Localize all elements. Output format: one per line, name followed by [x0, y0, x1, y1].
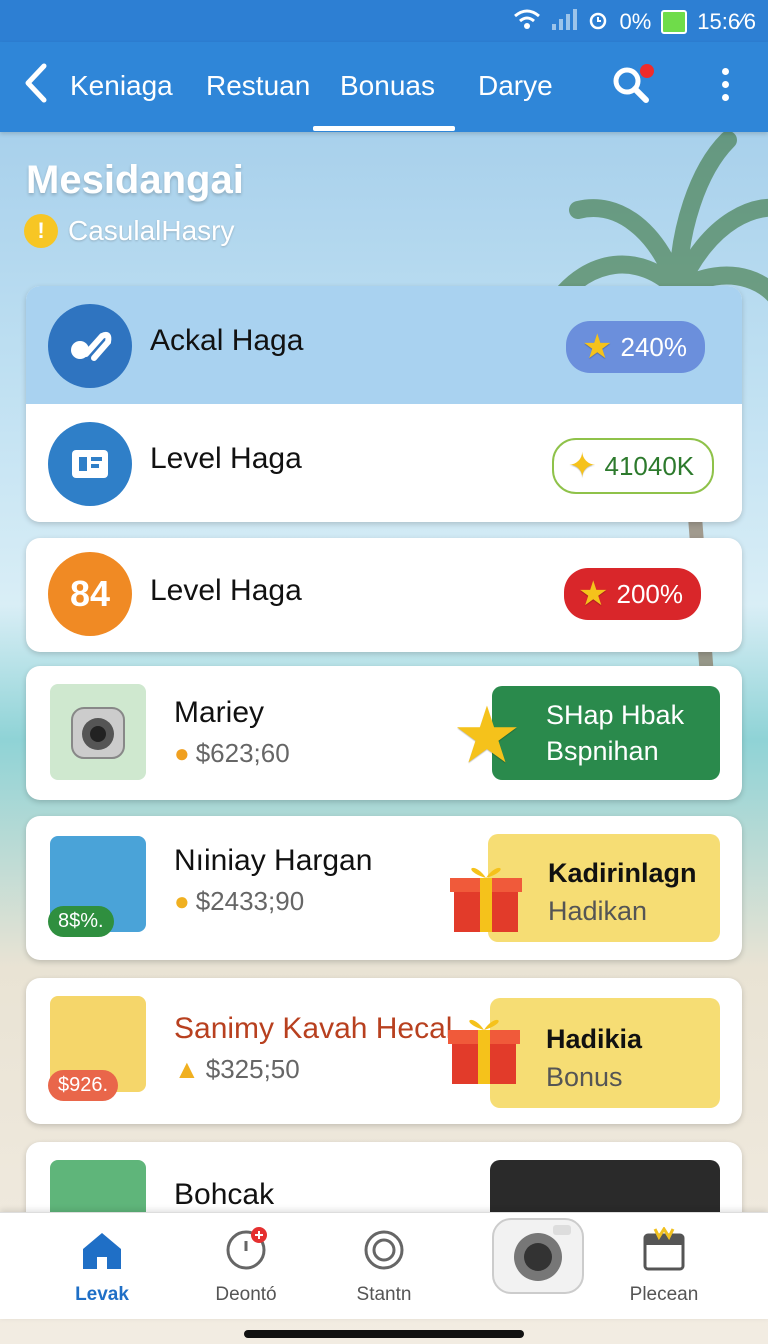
- level-row-ackal[interactable]: Ackal Haga ★ 240%: [26, 286, 742, 404]
- coin-icon: ●: [174, 886, 190, 916]
- ring-icon: [364, 1230, 404, 1270]
- promo-line-1: Kadirinlagn: [548, 858, 697, 888]
- document-icon: [48, 422, 132, 506]
- level-card[interactable]: 84 Level Haga ★ 200%: [26, 538, 742, 652]
- nav-camera[interactable]: [478, 1199, 598, 1304]
- nav-label: Deontó: [215, 1284, 277, 1305]
- bottom-navigation: Levak Deontó Stantn Plecean: [0, 1212, 768, 1319]
- clock-time: 15:6⁄6: [697, 9, 756, 34]
- product-name: Nıiniay Hargan: [174, 844, 373, 877]
- promo-line-2: Bonus: [546, 1062, 623, 1092]
- level-label: Level Haga: [150, 442, 302, 475]
- product-name: Sanimy Kavah Hecal: [174, 1012, 453, 1045]
- promo-button[interactable]: SHap Hbak Bspnihan: [492, 686, 720, 780]
- promo-line-2: Hadikan: [548, 896, 648, 926]
- tab-keniaga[interactable]: Keniaga: [70, 70, 173, 102]
- product-price: ▲ $325;50: [174, 1054, 300, 1084]
- product-price: ● $623;60: [174, 738, 290, 768]
- status-bar: 0% 15:6⁄6: [0, 0, 768, 42]
- promo-line-2: Bspnihan: [546, 736, 659, 766]
- subtitle-label: CasulalHasry: [68, 215, 235, 246]
- nav-label: Plecean: [629, 1284, 699, 1305]
- link-icon: [48, 304, 132, 388]
- product-name: Mariey: [174, 696, 265, 729]
- discount-badge: $926.: [48, 1070, 119, 1101]
- page-title: Mesidangai: [26, 158, 244, 202]
- nav-stantn[interactable]: Stantn: [324, 1227, 444, 1306]
- nav-plecean[interactable]: Plecean: [604, 1226, 724, 1306]
- sparkle-icon: ✦: [568, 447, 597, 485]
- level-row-level-haga[interactable]: Level Haga ✦ 41040K: [26, 404, 742, 522]
- battery-icon: [661, 10, 688, 34]
- warning-icon: !: [24, 214, 58, 248]
- battery-percent: 0%: [619, 9, 652, 34]
- product-card[interactable]: Mariey ● $623;60 SHap Hbak Bspnihan ★: [26, 666, 742, 800]
- calendar-icon: [643, 1226, 685, 1271]
- back-arrow-icon[interactable]: [22, 62, 50, 111]
- level-label: Ackal Haga: [150, 324, 304, 357]
- subtitle-row: ! CasulalHasry: [24, 214, 235, 248]
- coin-icon: ●: [174, 738, 190, 768]
- nav-label: Stantn: [356, 1284, 412, 1305]
- nav-levak[interactable]: Levak: [42, 1227, 162, 1306]
- home-indicator: [244, 1330, 524, 1338]
- star-icon: ★: [582, 328, 613, 366]
- level-badge-value: 41040K: [604, 450, 695, 481]
- camera-product-image: [50, 684, 146, 780]
- product-name: Bohcak: [174, 1178, 275, 1211]
- level-number-badge: 84: [48, 552, 132, 636]
- alarm-icon: [587, 8, 609, 36]
- level-badge: ✦ 41040K: [552, 438, 715, 494]
- signal-icon: [551, 8, 578, 36]
- promo-button[interactable]: Hadikia Bonus: [490, 998, 720, 1108]
- clock-icon: [226, 1227, 267, 1270]
- tab-bonuas[interactable]: Bonuas: [340, 70, 435, 102]
- wifi-icon: [513, 8, 541, 36]
- level-badge: ★ 240%: [566, 321, 705, 373]
- nav-label: Levak: [75, 1284, 129, 1305]
- star-icon: ★: [452, 691, 522, 779]
- home-icon: [83, 1233, 121, 1269]
- more-menu-icon[interactable]: [722, 68, 729, 101]
- active-tab-indicator: [313, 126, 455, 131]
- tab-restuan[interactable]: Restuan: [206, 70, 310, 102]
- tab-darye[interactable]: Darye: [478, 70, 553, 102]
- notification-dot: [640, 64, 654, 78]
- level-label: Level Haga: [150, 574, 302, 607]
- level-badge-value: 200%: [616, 578, 683, 609]
- camera-icon: [492, 1218, 584, 1294]
- promo-line-1: Hadikia: [546, 1024, 643, 1054]
- gift-icon: [446, 856, 526, 936]
- product-card[interactable]: $926. Sanimy Kavah Hecal ▲ $325;50 Hadik…: [26, 978, 742, 1124]
- level-badge-value: 240%: [620, 331, 687, 362]
- promo-line-1: SHap Hbak: [546, 700, 685, 730]
- discount-badge: 8$%.: [48, 906, 114, 937]
- gift-icon: [444, 1008, 524, 1088]
- product-card[interactable]: 8$%. Nıiniay Hargan ● $2433;90 Kadirinla…: [26, 816, 742, 960]
- product-price: ● $2433;90: [174, 886, 305, 916]
- star-icon: ★: [578, 575, 609, 613]
- level-badge: ★ 200%: [564, 568, 701, 620]
- top-navigation-bar: Keniaga Restuan Bonuas Darye: [0, 42, 768, 132]
- coin-icon: ▲: [174, 1054, 200, 1084]
- nav-deonto[interactable]: Deontó: [186, 1227, 306, 1306]
- level-card: Ackal Haga ★ 240% Level Haga ✦ 41040K: [26, 286, 742, 522]
